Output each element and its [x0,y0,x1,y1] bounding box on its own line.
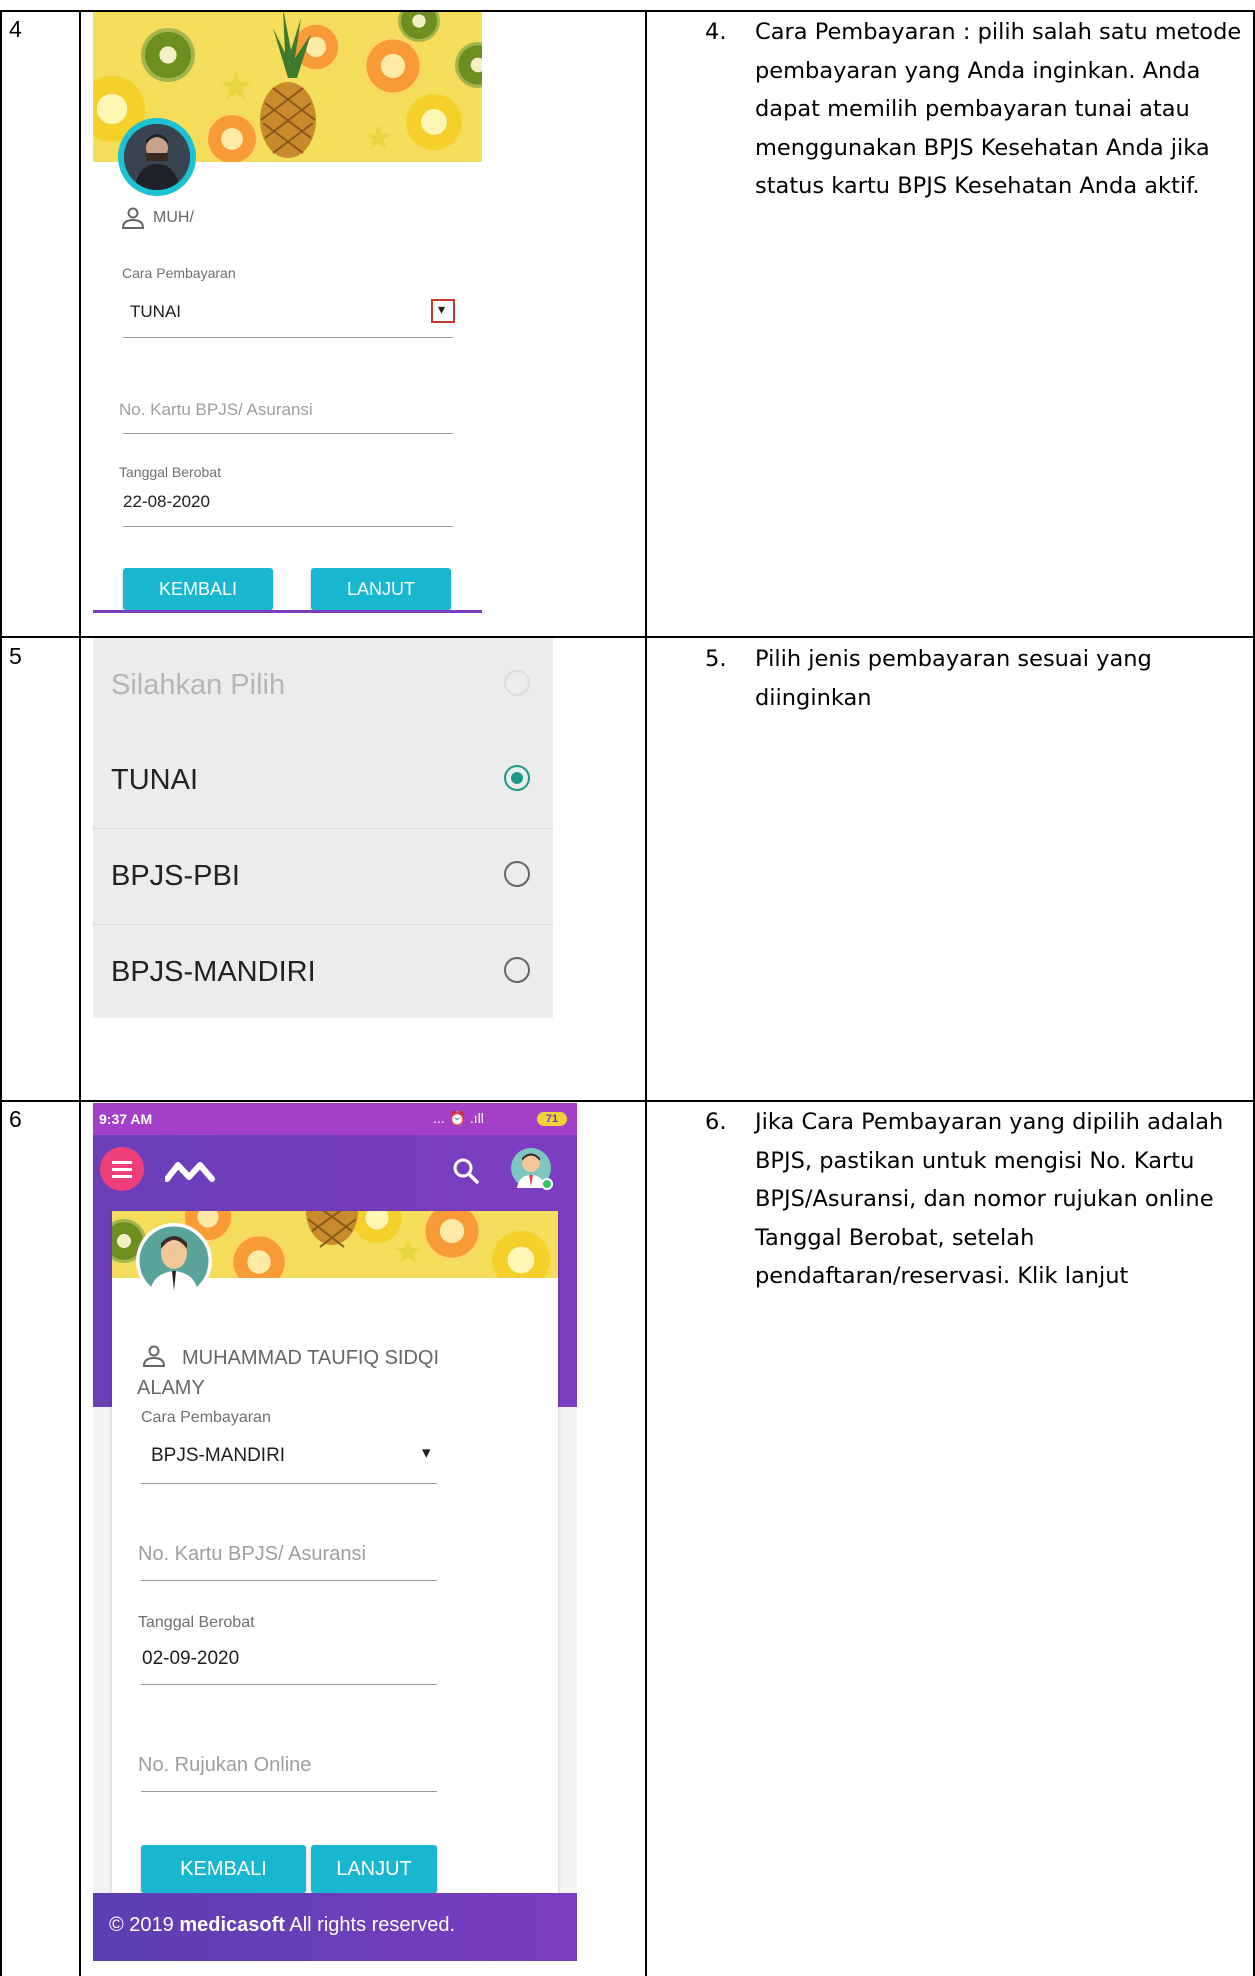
search-icon[interactable] [452,1157,480,1185]
app-bar [93,1135,577,1207]
footer-text: © 2019 medicasoft All rights reserved. [109,1914,455,1937]
payment-underline [141,1483,437,1484]
visit-date-label: Tanggal Berobat [119,464,221,480]
option-label: TUNAI [111,764,198,796]
visit-date-label: Tanggal Berobat [138,1614,255,1631]
starfruit-slice: ★ [218,65,254,109]
table-left-border [0,10,2,1976]
payment-options-dialog: Silahkan Pilih TUNAI BPJS-PBI BPJS-MANDI… [93,638,553,1018]
lemon-slice [406,94,462,150]
status-bar: 9:37 AM ... ⏰ .ıll 71 [93,1103,577,1135]
bpjs-registration-screenshot: 9:37 AM ... ⏰ .ıll 71 ★ MUHAMMAD TAUFIQ … [93,1103,577,1961]
payment-method-select[interactable]: BPJS-MANDIRI [151,1445,285,1467]
orange-slice [205,112,259,162]
dropdown-icon[interactable]: ▾ [422,1443,431,1463]
user-name: MUH/ [153,209,194,226]
referral-underline [141,1791,437,1792]
orange-slice [363,36,423,96]
row-divider [0,1100,1255,1102]
battery-icon: 71 [537,1112,567,1126]
logo-icon[interactable] [165,1159,215,1183]
instruction-text: Jika Cara Pembayaran yang dipilih adalah… [755,1109,1224,1289]
kiwi-slice [141,28,195,82]
option-item[interactable]: TUNAI [93,733,553,829]
column-divider [645,10,647,1976]
date-underline [123,526,453,527]
avatar-illustration [136,1223,212,1299]
user-avatar[interactable] [118,118,196,196]
status-time: 9:37 AM [99,1111,153,1127]
orange-slice [422,1211,482,1261]
starfruit-slice: ★ [363,119,394,157]
instruction-number: 4. [705,19,727,45]
user-name-line-1: MUHAMMAD TAUFIQ SIDQI [182,1347,440,1369]
back-button[interactable]: KEMBALI [141,1845,306,1893]
payment-underline [123,337,453,338]
user-avatar[interactable] [136,1223,212,1299]
radio-icon [504,765,530,791]
card-underline [123,433,453,434]
registration-card: ★ MUHAMMAD TAUFIQ SIDQI ALAMY Cara Pemba… [112,1211,558,1961]
footer-copyright: © 2019 [109,1914,180,1936]
option-label: Silahkan Pilih [111,669,286,701]
person-icon [142,1345,166,1367]
back-button[interactable]: KEMBALI [123,568,273,610]
footer-brand-link[interactable]: medicasoft [179,1914,285,1936]
referral-input[interactable]: No. Rujukan Online [138,1754,311,1777]
lemon-slice [492,1231,550,1278]
dropdown-icon[interactable]: ▾ [431,299,455,323]
avatar-icon[interactable] [511,1148,553,1190]
instruction-text: Pilih jenis pembayaran sesuai yang diing… [755,646,1152,711]
avatar-photo [124,124,190,190]
card-underline [141,1580,437,1581]
footer: © 2019 medicasoft All rights reserved. [93,1893,577,1961]
payment-method-label: Cara Pembayaran [122,265,236,281]
next-button[interactable]: LANJUT [311,1845,437,1893]
payment-method-label: Cara Pembayaran [141,1409,271,1426]
user-name-line-2: ALAMY [137,1377,205,1399]
instruction-number: 6. [705,1109,727,1135]
column-divider [79,10,81,1976]
next-button[interactable]: LANJUT [311,568,451,610]
row-number: 5 [9,643,22,669]
bottom-edge [93,610,482,613]
bpjs-card-input[interactable]: No. Kartu BPJS/ Asuransi [119,400,313,420]
option-item[interactable]: BPJS-MANDIRI [93,925,553,1020]
visit-date-input[interactable]: 22-08-2020 [123,492,210,512]
bpjs-card-input[interactable]: No. Kartu BPJS/ Asuransi [138,1543,366,1566]
person-icon [121,207,145,229]
option-label: BPJS-PBI [111,860,240,892]
radio-icon [504,670,530,696]
payment-method-select[interactable]: TUNAI [130,302,181,322]
date-underline [141,1684,437,1685]
kiwi-slice [455,42,482,88]
option-label: BPJS-MANDIRI [111,956,316,988]
radio-icon [504,957,530,983]
instruction-text: Cara Pembayaran : pilih salah satu metod… [755,19,1242,199]
row-number: 6 [9,1106,22,1132]
online-dot [541,1178,553,1190]
dropdown-arrow: ▾ [438,301,446,317]
registration-form-screenshot: ★ ★ MUH/ Cara Pembayaran TUNAI ▾ No. Kar… [93,12,482,613]
footer-rights: All rights reserved. [284,1914,456,1936]
instruction-number: 5. [705,646,727,672]
menu-icon[interactable] [100,1147,144,1191]
status-icons: ... ⏰ .ıll [433,1110,484,1126]
option-item[interactable]: BPJS-PBI [93,829,553,925]
option-item[interactable]: Silahkan Pilih [93,638,553,733]
radio-icon [504,861,530,887]
starfruit-slice: ★ [392,1231,425,1272]
visit-date-input[interactable]: 02-09-2020 [142,1648,239,1670]
row-number: 4 [9,16,22,42]
orange-slice [230,1233,288,1278]
pineapple-image [260,12,316,158]
pineapple-image [306,1211,358,1248]
